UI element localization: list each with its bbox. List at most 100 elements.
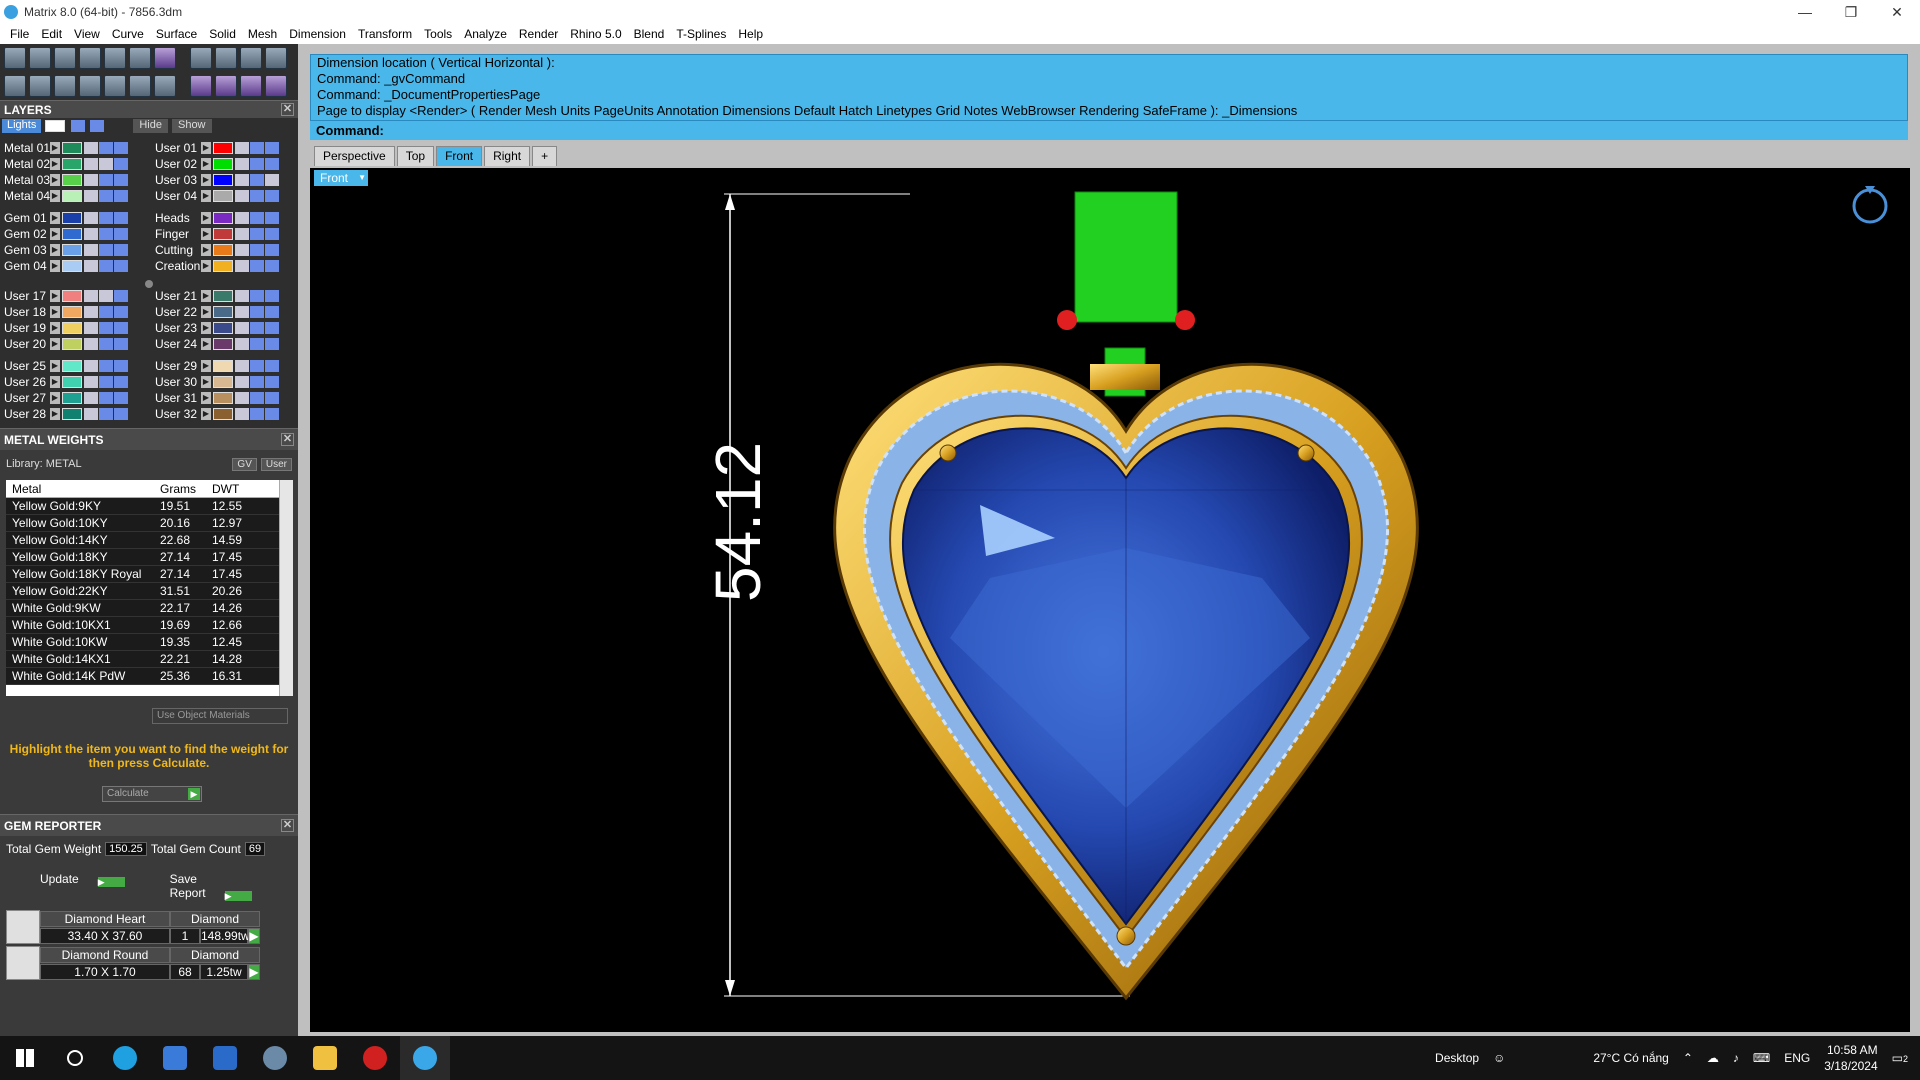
lights-toggle2-icon[interactable] (90, 120, 105, 132)
expand-icon[interactable]: ▶ (201, 260, 211, 272)
lock-icon[interactable] (84, 306, 98, 318)
close-icon[interactable]: ✕ (281, 433, 294, 446)
layer-swatch[interactable] (213, 376, 233, 388)
lock-icon[interactable] (235, 408, 249, 420)
render-icon[interactable] (265, 360, 279, 372)
render-icon[interactable] (265, 408, 279, 420)
table-row[interactable]: White Gold:10KX1 19.69 12.66 (6, 617, 293, 634)
gem-row[interactable]: Diamond Round Diamond 1.70 X 1.70 68 1.25tw… (6, 946, 264, 980)
lights-toggle-icon[interactable] (71, 120, 86, 132)
layer-row[interactable]: User 22 ▶ (151, 304, 298, 320)
render-icon[interactable] (114, 158, 128, 170)
view3-tool-icon[interactable] (265, 47, 287, 69)
layer-swatch[interactable] (62, 158, 82, 170)
visible-icon[interactable] (99, 306, 113, 318)
visible-icon[interactable] (250, 392, 264, 404)
expand-icon[interactable]: ▶ (201, 338, 211, 350)
layer-row[interactable]: User 26 ▶ (0, 374, 147, 390)
layer-row[interactable]: Cutting ▶ (151, 242, 298, 258)
layer-swatch[interactable] (213, 212, 233, 224)
table-row[interactable]: Yellow Gold:18KY 27.14 17.45 (6, 549, 293, 566)
language[interactable]: ENG (1784, 1051, 1810, 1065)
settings-app[interactable] (250, 1036, 300, 1080)
layer-row[interactable]: Metal 03 ▶ (0, 172, 147, 188)
expand-icon[interactable]: ▶ (50, 174, 60, 186)
lock-icon[interactable] (235, 212, 249, 224)
menu-help[interactable]: Help (732, 27, 769, 41)
layer-swatch[interactable] (62, 190, 82, 202)
layer-swatch[interactable] (62, 260, 82, 272)
lock-icon[interactable] (235, 174, 249, 186)
menu-edit[interactable]: Edit (35, 27, 68, 41)
render-icon[interactable] (114, 376, 128, 388)
layer-swatch[interactable] (213, 338, 233, 350)
expand-icon[interactable]: ▶ (201, 408, 211, 420)
desktop-toolbar[interactable]: Desktop (1435, 1051, 1479, 1065)
layer-row[interactable]: User 01 ▶ (151, 140, 298, 156)
lock-icon[interactable] (84, 338, 98, 350)
use-object-materials[interactable]: Use Object Materials (152, 708, 288, 724)
layer-swatch[interactable] (213, 306, 233, 318)
expand-icon[interactable]: ▶ (50, 244, 60, 256)
lock-icon[interactable] (84, 244, 98, 256)
menu-transform[interactable]: Transform (352, 27, 418, 41)
expand-icon[interactable]: ▶ (50, 158, 60, 170)
layer-row[interactable]: User 27 ▶ (0, 390, 147, 406)
menu-analyze[interactable]: Analyze (458, 27, 513, 41)
col-dwt[interactable]: DWT (208, 482, 268, 496)
layer-row[interactable]: Gem 04 ▶ (0, 258, 147, 274)
move-tool-icon[interactable] (215, 75, 237, 97)
save-report-button[interactable]: Save Report ▶ (170, 872, 292, 901)
lock-icon[interactable] (84, 212, 98, 224)
chevron-up-icon[interactable]: ⌃ (1683, 1051, 1693, 1065)
layer-row[interactable]: Creation ▶ (151, 258, 298, 274)
keyboard-icon[interactable]: ⌨ (1753, 1051, 1770, 1065)
render-icon[interactable] (265, 338, 279, 350)
layer-swatch[interactable] (62, 322, 82, 334)
layer-swatch[interactable] (62, 228, 82, 240)
visible-icon[interactable] (250, 260, 264, 272)
menu-dimension[interactable]: Dimension (283, 27, 352, 41)
render-icon[interactable] (114, 142, 128, 154)
col-grams[interactable]: Grams (156, 482, 208, 496)
expand-icon[interactable]: ▶ (201, 322, 211, 334)
visible-icon[interactable] (99, 212, 113, 224)
visible-icon[interactable] (99, 408, 113, 420)
mail-app[interactable] (200, 1036, 250, 1080)
network-icon[interactable]: ☁ (1707, 1051, 1719, 1065)
table-row[interactable]: Yellow Gold:22KY 31.51 20.26 (6, 583, 293, 600)
visible-icon[interactable] (99, 392, 113, 404)
expand-icon[interactable]: ▶ (50, 212, 60, 224)
expand-icon[interactable]: ▶ (201, 228, 211, 240)
metal-table-scrollbar[interactable] (279, 480, 293, 696)
expand-icon[interactable]: ▶ (50, 290, 60, 302)
file-tool-icon[interactable] (104, 47, 126, 69)
render-icon[interactable] (265, 376, 279, 388)
visible-icon[interactable] (99, 244, 113, 256)
layer-row[interactable]: Gem 02 ▶ (0, 226, 147, 242)
render-icon[interactable] (114, 212, 128, 224)
lock-icon[interactable] (235, 158, 249, 170)
render-icon[interactable] (114, 322, 128, 334)
menu-curve[interactable]: Curve (106, 27, 150, 41)
menu-mesh[interactable]: Mesh (242, 27, 283, 41)
expand-icon[interactable]: ▶ (201, 158, 211, 170)
clock[interactable]: 10:58 AM 3/18/2024 (1824, 1042, 1877, 1074)
lock-icon[interactable] (235, 190, 249, 202)
render-icon[interactable] (114, 244, 128, 256)
close-icon[interactable]: ✕ (281, 819, 294, 832)
layer-row[interactable]: Metal 01 ▶ (0, 140, 147, 156)
visible-icon[interactable] (250, 158, 264, 170)
render-icon[interactable] (265, 322, 279, 334)
expand-icon[interactable]: ▶ (201, 376, 211, 388)
expand-icon[interactable]: ▶ (50, 190, 60, 202)
visible-icon[interactable] (99, 228, 113, 240)
rect-tool-icon[interactable] (29, 75, 51, 97)
render-icon[interactable] (114, 338, 128, 350)
layer-swatch[interactable] (62, 376, 82, 388)
layer-row[interactable]: Gem 01 ▶ (0, 210, 147, 226)
visible-icon[interactable] (99, 290, 113, 302)
render-icon[interactable] (114, 260, 128, 272)
expand-icon[interactable]: ▶ (50, 408, 60, 420)
lock-icon[interactable] (235, 142, 249, 154)
